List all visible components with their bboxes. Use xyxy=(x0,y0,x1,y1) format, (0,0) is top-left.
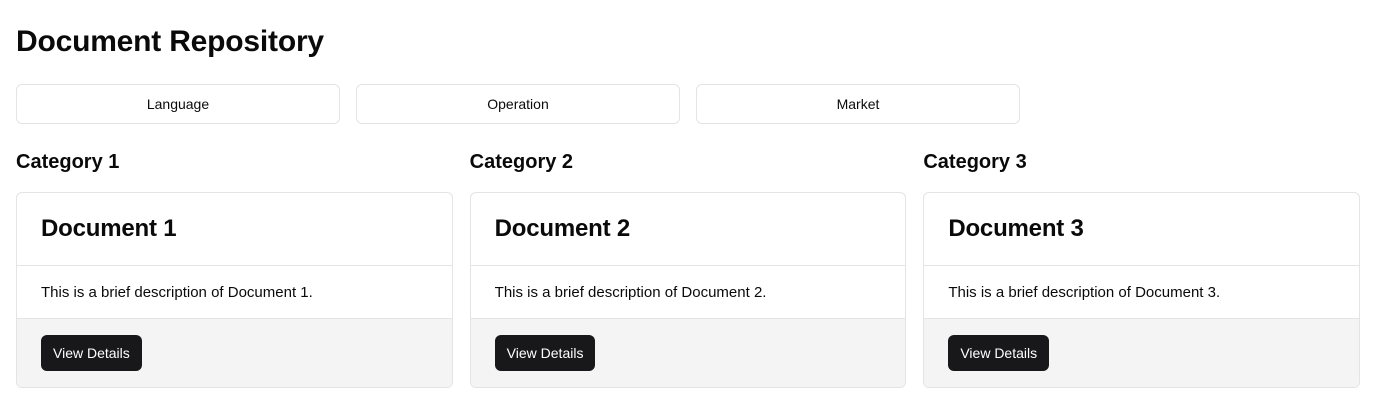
category-column-3: Category 3 Document 3 This is a brief de… xyxy=(923,144,1361,388)
category-column-2: Category 2 Document 2 This is a brief de… xyxy=(469,144,907,388)
document-description: This is a brief description of Document … xyxy=(17,266,452,319)
card-footer: View Details xyxy=(924,319,1360,387)
filter-language-button[interactable]: Language xyxy=(16,84,340,124)
document-title: Document 3 xyxy=(948,215,1084,242)
card-footer: View Details xyxy=(470,319,906,387)
document-card: Document 2 This is a brief description o… xyxy=(469,192,907,388)
category-column-1: Category 1 Document 1 This is a brief de… xyxy=(16,144,453,388)
category-columns: Category 1 Document 1 This is a brief de… xyxy=(16,144,1361,388)
document-card: Document 1 This is a brief description o… xyxy=(16,192,453,388)
view-details-button[interactable]: View Details xyxy=(41,335,142,371)
view-details-button[interactable]: View Details xyxy=(948,335,1050,371)
card-header: Document 1 xyxy=(17,193,452,266)
document-card: Document 3 This is a brief description o… xyxy=(923,192,1361,388)
card-header: Document 3 xyxy=(924,193,1360,266)
card-footer: View Details xyxy=(17,319,452,387)
card-header: Document 2 xyxy=(470,193,906,266)
page-title: Document Repository xyxy=(16,25,324,58)
filter-bar: Language Operation Market xyxy=(16,84,1360,124)
category-title: Category 1 xyxy=(16,151,120,173)
filter-operation-button[interactable]: Operation xyxy=(356,84,680,124)
document-description: This is a brief description of Document … xyxy=(470,266,906,319)
category-title: Category 3 xyxy=(923,151,1027,173)
document-title: Document 1 xyxy=(41,215,177,242)
category-title: Category 2 xyxy=(469,151,574,173)
filter-market-button[interactable]: Market xyxy=(696,84,1020,124)
view-details-button[interactable]: View Details xyxy=(494,335,596,371)
document-description: This is a brief description of Document … xyxy=(924,266,1360,319)
document-title: Document 2 xyxy=(494,215,631,242)
page: Document Repository Language Operation M… xyxy=(0,0,1376,404)
